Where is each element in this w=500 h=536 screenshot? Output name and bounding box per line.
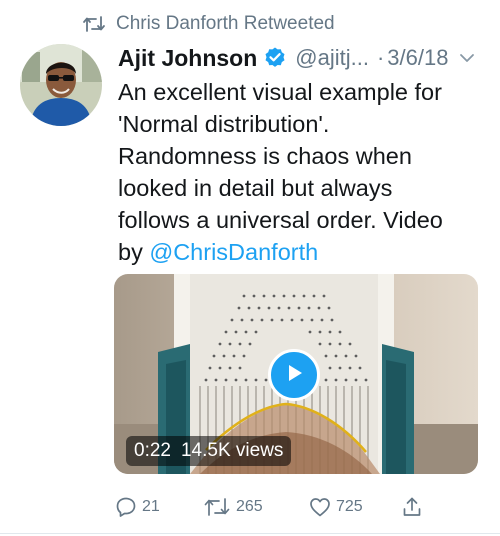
- tweet-text-line: follows a universal order. Video: [118, 207, 443, 233]
- video-duration: 0:22: [134, 440, 171, 461]
- play-icon: [283, 362, 305, 389]
- heart-icon: [308, 495, 332, 519]
- retweet-count: 265: [236, 498, 263, 515]
- mention-link[interactable]: @ChrisDanforth: [149, 239, 318, 265]
- avatar[interactable]: [20, 44, 102, 126]
- retweet-icon: [202, 495, 232, 519]
- retweet-icon: [82, 13, 108, 35]
- like-count: 725: [336, 498, 363, 515]
- retweet-button[interactable]: 265: [202, 492, 263, 522]
- reply-button[interactable]: 21: [114, 492, 160, 522]
- tweet-text-last-line: by @ChrisDanforth: [118, 236, 490, 268]
- verified-badge-icon: [263, 46, 287, 70]
- retweet-label: Chris Danforth Retweeted: [116, 13, 335, 34]
- share-icon: [400, 495, 424, 519]
- video-player[interactable]: 0:22 14.5K views: [114, 274, 478, 474]
- retweet-attribution[interactable]: Chris Danforth Retweeted: [82, 10, 335, 38]
- share-button[interactable]: [400, 492, 428, 522]
- author-display-name[interactable]: Ajit Johnson: [118, 45, 257, 72]
- tweet-text-line: An excellent visual example for: [118, 79, 442, 105]
- chevron-down-icon[interactable]: [458, 49, 476, 67]
- video-info-badge: 0:22 14.5K views: [126, 436, 292, 466]
- tweet-text-line: 'Normal distribution'.: [118, 111, 330, 137]
- tweet-text-prefix: by: [118, 239, 150, 265]
- tweet-text: An excellent visual example for 'Normal …: [118, 76, 490, 268]
- reply-count: 21: [142, 498, 160, 515]
- reply-icon: [114, 495, 138, 519]
- separator-dot: ·: [376, 45, 385, 70]
- like-button[interactable]: 725: [308, 492, 363, 522]
- tweet-divider: [0, 533, 500, 534]
- tweet-text-line: looked in detail but always: [118, 175, 393, 201]
- play-button[interactable]: [268, 349, 320, 401]
- tweet-header: Ajit Johnson @ajitj... · 3/6/18: [118, 39, 490, 77]
- tweet-date[interactable]: 3/6/18: [387, 45, 448, 71]
- tweet-text-line: Randomness is chaos when: [118, 143, 412, 169]
- author-handle[interactable]: @ajitj...: [295, 45, 369, 71]
- video-views: 14.5K views: [180, 440, 284, 461]
- tweet-actions: 21 265 725: [114, 492, 484, 522]
